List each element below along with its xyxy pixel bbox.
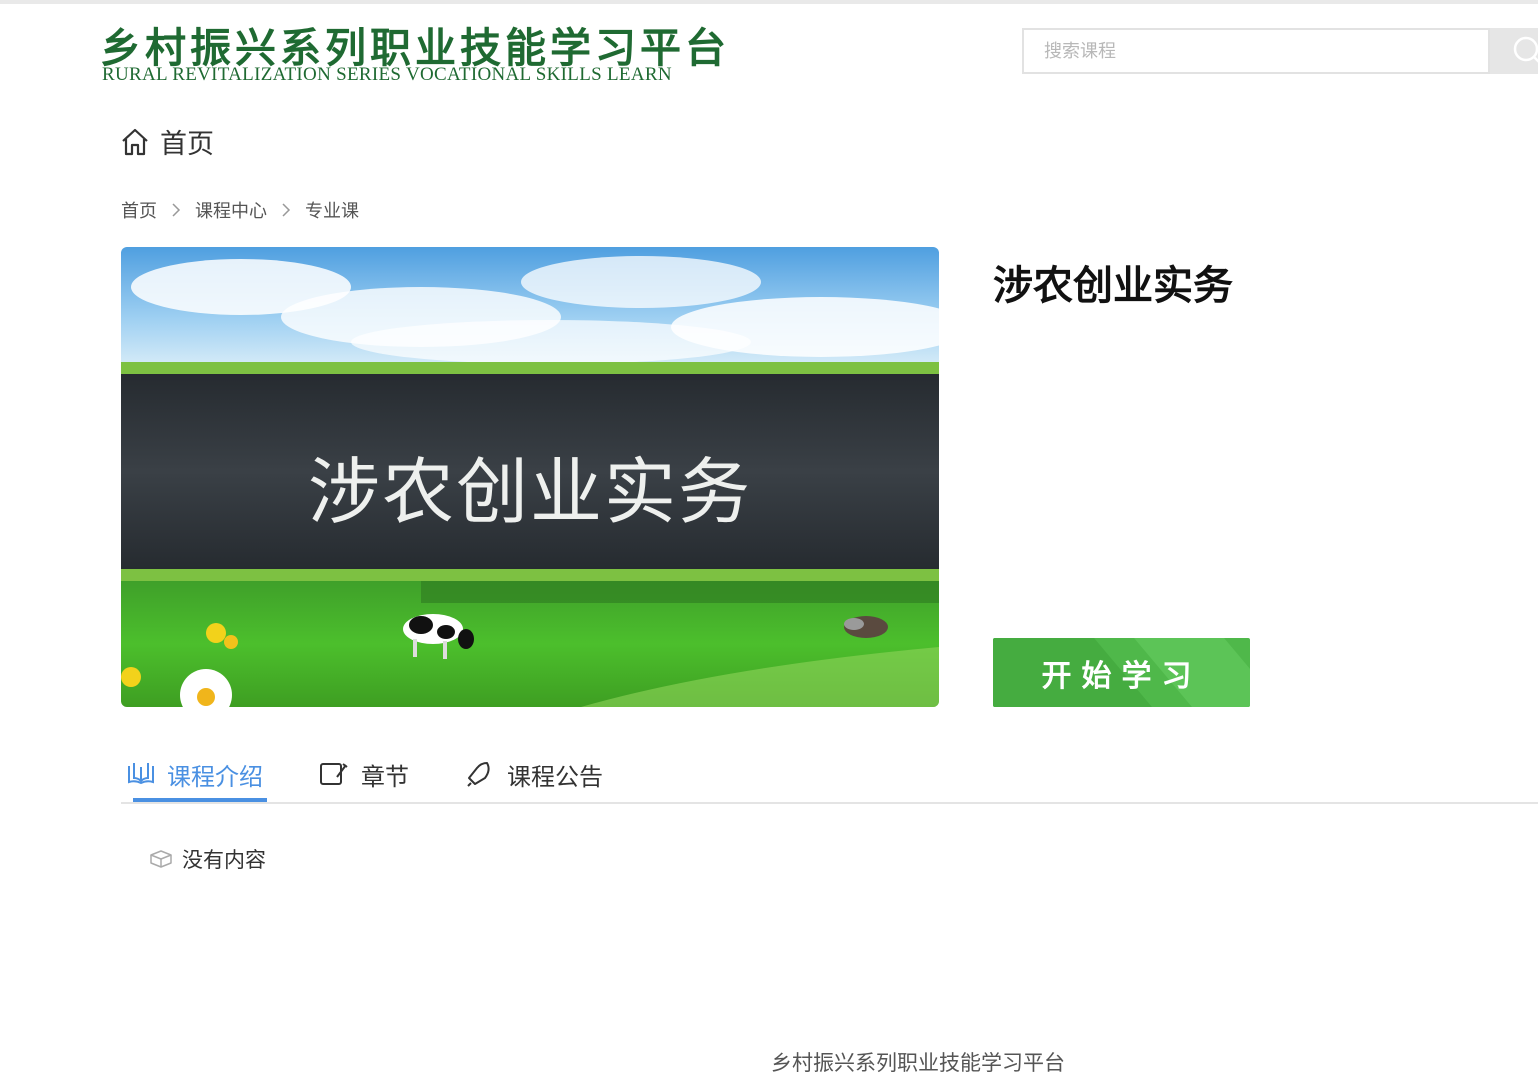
course-cover-title: 涉农创业实务 — [307, 450, 752, 534]
breadcrumb-home[interactable]: 首页 — [121, 197, 157, 223]
footer: 乡村振兴系列职业技能学习平台 — [0, 1047, 1538, 1077]
site-logo[interactable]: 乡村振兴系列职业技能学习平台 RURAL REVITALIZATION SERI… — [100, 14, 726, 90]
course-cover-image: 涉农创业实务 — [121, 247, 939, 707]
tab-chapters[interactable]: 章节 — [319, 748, 409, 800]
empty-state: 没有内容 — [148, 844, 266, 874]
course-tabs: 课程介绍 章节 课程公告 — [121, 748, 1538, 804]
breadcrumb: 首页 课程中心 专业课 — [121, 197, 359, 223]
tab-course-intro-label: 课程介绍 — [167, 762, 263, 791]
breadcrumb-major-course[interactable]: 专业课 — [305, 197, 359, 223]
open-book-icon — [128, 763, 154, 785]
chevron-right-icon — [281, 203, 291, 217]
nav-home[interactable]: 首页 — [120, 122, 214, 161]
tab-chapters-label: 章节 — [361, 762, 409, 791]
top-divider — [0, 0, 1538, 4]
tab-course-intro[interactable]: 课程介绍 — [127, 748, 267, 802]
course-title: 涉农创业实务 — [993, 263, 1233, 309]
home-icon — [122, 128, 148, 155]
search-button[interactable] — [1490, 28, 1538, 74]
start-learning-label: 开始学习 — [1041, 658, 1202, 694]
notebook-pen-icon — [320, 763, 348, 785]
breadcrumb-course-center[interactable]: 课程中心 — [195, 197, 267, 223]
search-input[interactable] — [1024, 30, 1488, 72]
empty-box-icon — [150, 850, 172, 868]
nav-home-label: 首页 — [160, 129, 214, 160]
tab-announcements-label: 课程公告 — [507, 762, 603, 791]
logo-english-text: RURAL REVITALIZATION SERIES VOCATIONAL S… — [102, 64, 672, 85]
bell-icon — [467, 762, 490, 787]
footer-text: 乡村振兴系列职业技能学习平台 — [771, 1051, 1065, 1075]
search-box — [1022, 28, 1490, 74]
empty-state-label: 没有内容 — [182, 848, 266, 872]
start-learning-button[interactable]: 开始学习 — [993, 638, 1250, 707]
search-icon — [1513, 36, 1538, 63]
chevron-right-icon — [171, 203, 181, 217]
tab-announcements[interactable]: 课程公告 — [465, 748, 603, 800]
